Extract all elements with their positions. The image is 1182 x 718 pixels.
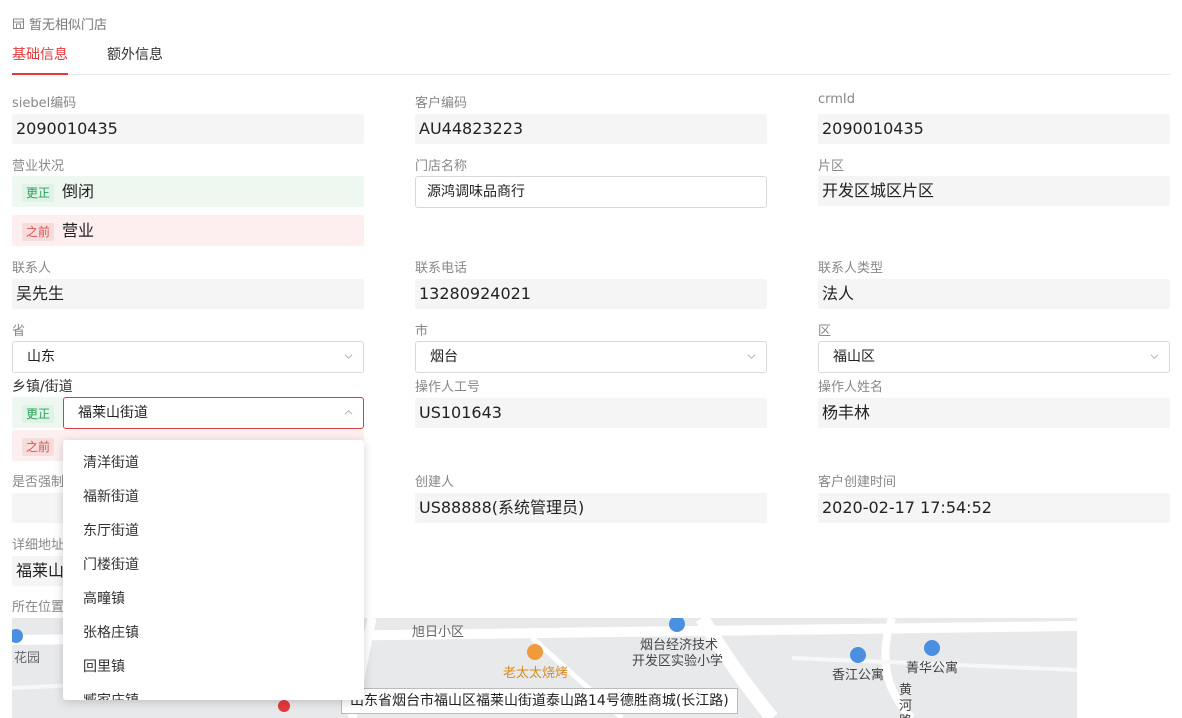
map-label-huanghe-3: 路 — [899, 710, 912, 718]
operator-name-value: 杨丰林 — [818, 398, 1170, 428]
similar-store-notice: 暂无相似门店 — [12, 14, 107, 33]
town-option[interactable]: 张格庄镇 — [63, 616, 364, 650]
customer-code-label: 客户编码 — [415, 96, 468, 111]
town-option[interactable]: 回里镇 — [63, 650, 364, 684]
map-label-laotaitai: 老太太烧烤 — [503, 666, 569, 681]
business-status-corrected: 更正 倒闭 — [12, 176, 364, 207]
area-select[interactable]: 福山区 — [818, 341, 1170, 373]
tab-bar: 基础信息 额外信息 — [12, 45, 1170, 75]
province-select[interactable]: 山东 — [12, 341, 364, 373]
city-selected: 烟台 — [430, 349, 458, 365]
siebel-code-value: 2090010435 — [12, 114, 364, 144]
business-status-before: 之前 营业 — [12, 215, 364, 246]
town-option[interactable]: 门楼街道 — [63, 548, 364, 582]
town-option[interactable]: 东厅街道 — [63, 514, 364, 548]
customer-code-value: AU44823223 — [415, 114, 767, 144]
tab-basic-info[interactable]: 基础信息 — [12, 45, 68, 75]
operator-id-label: 操作人工号 — [415, 380, 481, 395]
business-status-before-value: 营业 — [62, 221, 95, 240]
city-label: 市 — [415, 324, 429, 339]
store-name-label: 门店名称 — [415, 159, 468, 174]
store-name-input[interactable]: 源鸿调味品商行 — [415, 176, 767, 208]
city-select[interactable]: 烟台 — [415, 341, 767, 373]
chevron-down-icon — [344, 354, 353, 359]
operator-name-label: 操作人姓名 — [818, 380, 884, 395]
contact-phone-value: 13280924021 — [415, 279, 767, 309]
creator-value: US88888(系统管理员) — [415, 493, 767, 523]
map-label-jinghua: 菁华公寓 — [906, 661, 959, 676]
before-badge: 之前 — [22, 437, 55, 456]
map-label-xuri: 旭日小区 — [412, 625, 465, 640]
map-label-xiangjiang: 香江公寓 — [832, 668, 885, 683]
location-label: 所在位置 — [12, 600, 65, 615]
force-label: 是否强制 — [12, 475, 65, 490]
map-label-school-2: 开发区实验小学 — [632, 654, 724, 669]
before-badge: 之前 — [22, 222, 55, 241]
creator-label: 创建人 — [415, 475, 455, 490]
chevron-down-icon — [1150, 354, 1159, 359]
store-icon — [13, 18, 24, 29]
town-option-list: 清洋街道 福新街道 东厅街道 门楼街道 高疃镇 张格庄镇 回里镇 臧家庄镇 — [63, 440, 364, 700]
district-value: 开发区城区片区 — [818, 176, 1170, 206]
town-option[interactable]: 臧家庄镇 — [63, 684, 364, 700]
created-time-label: 客户创建时间 — [818, 475, 897, 490]
contact-phone-label: 联系电话 — [415, 261, 468, 276]
business-status-corrected-value: 倒闭 — [62, 182, 95, 201]
chevron-down-icon — [747, 354, 756, 359]
area-label: 区 — [818, 324, 832, 339]
tab-extra-info[interactable]: 额外信息 — [107, 45, 163, 75]
contact-type-value: 法人 — [818, 279, 1170, 309]
corrected-badge: 更正 — [22, 183, 55, 202]
crm-id-value: 2090010435 — [818, 114, 1170, 144]
corrected-badge: 更正 — [22, 404, 55, 423]
area-selected: 福山区 — [833, 349, 875, 365]
crm-id-label: crmId — [818, 92, 856, 107]
town-dropdown: 清洋街道 福新街道 东厅街道 门楼街道 高疃镇 张格庄镇 回里镇 臧家庄镇 — [63, 440, 364, 700]
operator-id-value: US101643 — [415, 398, 767, 428]
town-label: 乡镇/街道 — [12, 379, 73, 395]
map-label-huayuan: 花园 — [14, 651, 41, 666]
siebel-code-label: siebel编码 — [12, 96, 77, 111]
contact-type-label: 联系人类型 — [818, 261, 884, 276]
chevron-up-icon — [344, 410, 353, 415]
map-address-bubble: 山东省烟台市福山区福莱山街道泰山路14号德胜商城(长江路) — [341, 688, 738, 714]
town-selected: 福莱山街道 — [78, 405, 148, 421]
town-option[interactable]: 福新街道 — [63, 480, 364, 514]
town-select[interactable]: 福莱山街道 — [63, 397, 364, 429]
province-label: 省 — [12, 324, 26, 339]
contact-label: 联系人 — [12, 261, 52, 276]
business-status-label: 营业状况 — [12, 159, 65, 174]
town-option[interactable]: 清洋街道 — [63, 446, 364, 480]
town-option[interactable]: 高疃镇 — [63, 582, 364, 616]
created-time-value: 2020-02-17 17:54:52 — [818, 493, 1170, 523]
contact-value: 吴先生 — [12, 279, 364, 309]
address-label: 详细地址 — [12, 538, 65, 553]
similar-store-text: 暂无相似门店 — [29, 18, 108, 33]
district-label: 片区 — [818, 159, 845, 174]
province-selected: 山东 — [27, 349, 55, 365]
